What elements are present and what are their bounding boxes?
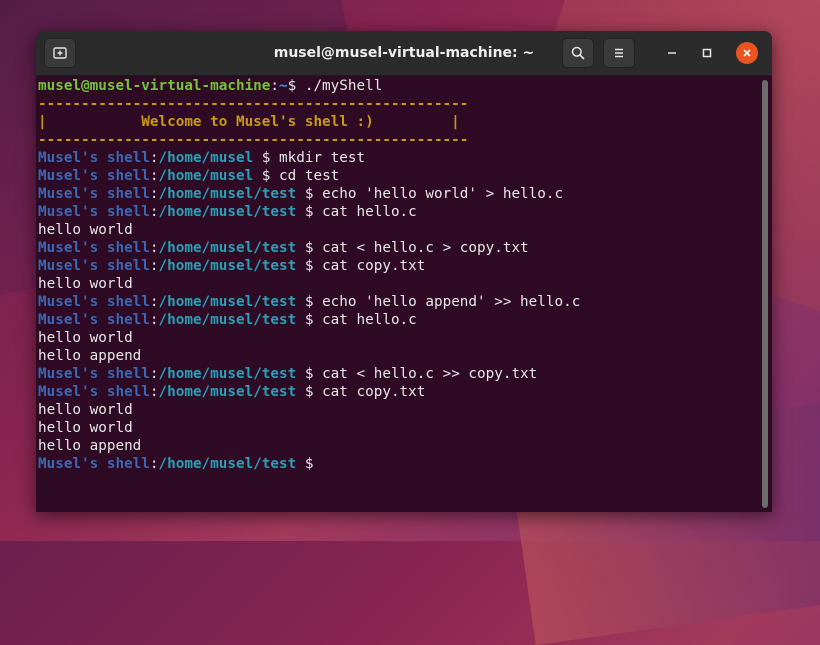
close-icon <box>743 49 751 57</box>
shell-prompt-path: /home/musel/test <box>158 258 297 274</box>
prompt-user-host: musel@musel-virtual-machine <box>38 78 271 94</box>
command-output-line: hello world <box>38 330 133 346</box>
shell-command: cat < hello.c > copy.txt <box>322 240 529 256</box>
shell-prompt-path: /home/musel/test <box>158 312 297 328</box>
search-icon <box>571 46 585 60</box>
maximize-button[interactable] <box>696 42 718 64</box>
command-output-line: hello world <box>38 276 133 292</box>
terminal-window: musel@musel-virtual-machine: ~ musel@mus… <box>36 31 772 512</box>
banner-rule-bottom: ----------------------------------------… <box>38 132 469 148</box>
menu-button[interactable] <box>603 38 635 68</box>
prompt-path: ~ <box>279 78 288 94</box>
shell-prompt-path: /home/musel/test <box>158 456 297 472</box>
shell-command: cat copy.txt <box>322 384 426 400</box>
scrollbar[interactable] <box>762 80 768 508</box>
shell-prompt-label: Musel's shell <box>38 258 150 274</box>
shell-prompt-path: /home/musel/test <box>158 294 297 310</box>
shell-command-line: Musel's shell:/home/musel/test $ cat cop… <box>38 384 426 400</box>
maximize-icon <box>702 48 712 58</box>
shell-command: mkdir test <box>279 150 366 166</box>
shell-command: cat hello.c <box>322 312 417 328</box>
shell-prompt-path: /home/musel/test <box>158 186 297 202</box>
shell-prompt-label: Musel's shell <box>38 366 150 382</box>
command-output-line: hello world <box>38 420 133 436</box>
initial-prompt-line: musel@musel-virtual-machine:~$ ./myShell <box>38 78 383 94</box>
banner-rule-top: ----------------------------------------… <box>38 96 469 112</box>
new-tab-icon <box>53 47 67 59</box>
shell-prompt-label: Musel's shell <box>38 168 150 184</box>
search-button[interactable] <box>562 38 594 68</box>
close-button[interactable] <box>736 42 758 64</box>
shell-session: Musel's shell:/home/musel $ mkdir test Mu… <box>38 149 760 473</box>
shell-prompt-path: /home/musel <box>158 168 254 184</box>
shell-prompt-label: Musel's shell <box>38 186 150 202</box>
shell-prompt-label: Musel's shell <box>38 384 150 400</box>
shell-prompt-label: Musel's shell <box>38 240 150 256</box>
shell-prompt-path: /home/musel/test <box>158 366 297 382</box>
minimize-icon <box>668 52 676 54</box>
shell-prompt-label: Musel's shell <box>38 150 150 166</box>
shell-command-line: Musel's shell:/home/musel/test $ cat cop… <box>38 258 426 274</box>
command-output-line: hello append <box>38 348 142 364</box>
shell-prompt-label: Musel's shell <box>38 312 150 328</box>
shell-command: echo 'hello append' >> hello.c <box>322 294 581 310</box>
shell-command: cat < hello.c >> copy.txt <box>322 366 538 382</box>
shell-command: cd test <box>279 168 340 184</box>
command-output-line: hello append <box>38 438 142 454</box>
shell-command: cat hello.c <box>322 204 417 220</box>
prompt-command: ./myShell <box>304 78 383 94</box>
hamburger-menu-icon <box>615 48 623 58</box>
shell-command-line: Musel's shell:/home/musel/test $ <box>38 456 323 472</box>
shell-command-line: Musel's shell:/home/musel/test $ echo 'h… <box>38 186 564 202</box>
shell-prompt-label: Musel's shell <box>38 204 150 220</box>
shell-prompt-label: Musel's shell <box>38 294 150 310</box>
shell-command: echo 'hello world' > hello.c <box>322 186 564 202</box>
title-bar[interactable]: musel@musel-virtual-machine: ~ <box>36 31 772 76</box>
banner-welcome: | Welcome to Musel's shell :) | <box>38 114 460 130</box>
command-output-line: hello world <box>38 222 133 238</box>
shell-command-line: Musel's shell:/home/musel/test $ cat < h… <box>38 366 538 382</box>
shell-prompt-path: /home/musel <box>158 150 254 166</box>
shell-command-line: Musel's shell:/home/musel/test $ cat hel… <box>38 204 417 220</box>
shell-command-line: Musel's shell:/home/musel/test $ echo 'h… <box>38 294 581 310</box>
minimize-button[interactable] <box>661 42 683 64</box>
shell-command: cat copy.txt <box>322 258 426 274</box>
shell-command-line: Musel's shell:/home/musel/test $ cat < h… <box>38 240 529 256</box>
shell-command-line: Musel's shell:/home/musel/test $ cat hel… <box>38 312 417 328</box>
shell-command-line: Musel's shell:/home/musel $ cd test <box>38 168 340 184</box>
new-tab-button[interactable] <box>44 38 76 68</box>
shell-command-line: Musel's shell:/home/musel $ mkdir test <box>38 150 366 166</box>
shell-prompt-label: Musel's shell <box>38 456 150 472</box>
shell-prompt-path: /home/musel/test <box>158 240 297 256</box>
terminal-output[interactable]: musel@musel-virtual-machine:~$ ./myShell… <box>36 76 760 512</box>
command-output-line: hello world <box>38 402 133 418</box>
shell-prompt-path: /home/musel/test <box>158 204 297 220</box>
shell-prompt-path: /home/musel/test <box>158 384 297 400</box>
